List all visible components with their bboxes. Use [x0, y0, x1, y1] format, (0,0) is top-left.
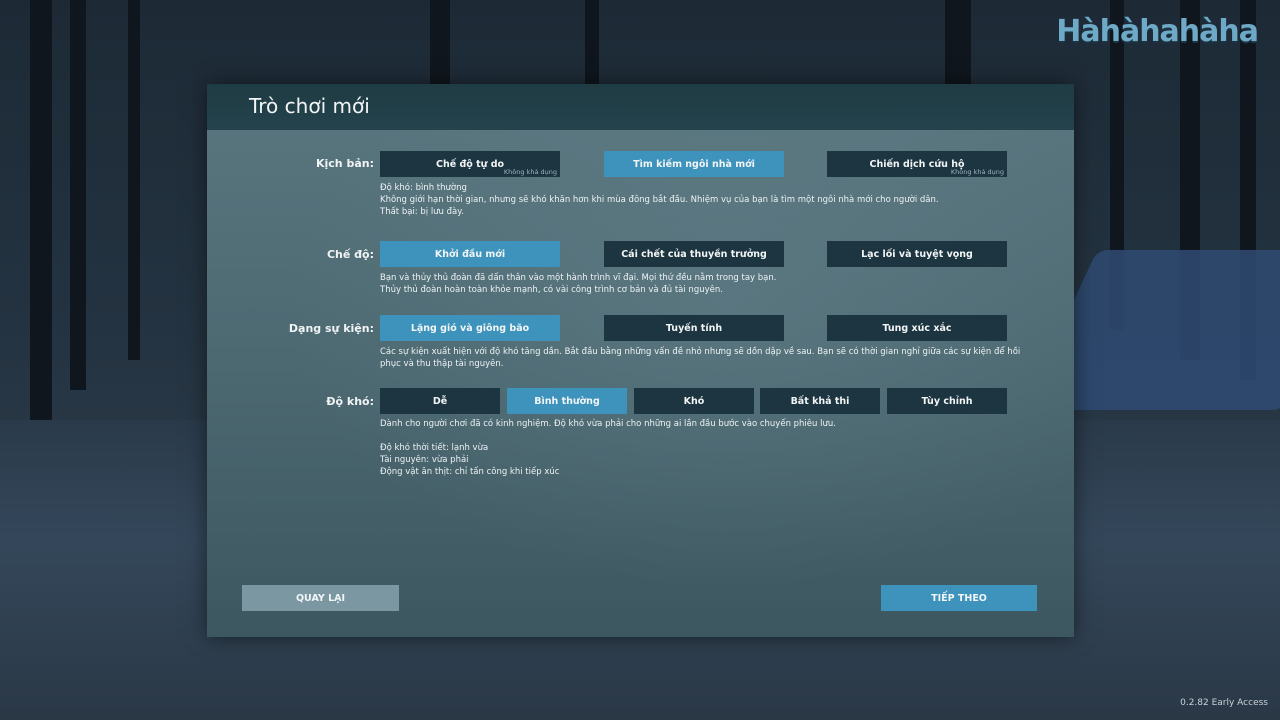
description-line: Độ khó thời tiết: lạnh vừa	[380, 443, 489, 453]
events-description: Các sự kiện xuất hiện với độ khó tăng dầ…	[380, 346, 1021, 370]
mode-description: Bạn và thủy thủ đoàn đã dấn thân vào một…	[380, 272, 1005, 296]
option-label: Chế độ tự do	[435, 158, 505, 170]
difficulty-label: Độ khó:	[326, 395, 374, 408]
description-line: Dành cho người chơi đã có kinh nghiệm. Đ…	[380, 419, 836, 429]
option-label: Tuyến tính	[665, 322, 723, 334]
option-label: Lặng gió và giông bão	[410, 322, 530, 334]
difficulty-description: Dành cho người chơi đã có kinh nghiệm. Đ…	[380, 418, 1005, 478]
mode-option-lost-hopeless[interactable]: Lạc lối và tuyệt vọng	[827, 241, 1007, 267]
page-title: Trò chơi mới	[249, 94, 370, 118]
difficulty-option-hard[interactable]: Khó	[634, 388, 754, 414]
description-line: Độ khó: bình thường	[380, 183, 467, 193]
events-option-linear[interactable]: Tuyến tính	[604, 315, 784, 341]
mode-option-new-start[interactable]: Khởi đầu mới	[380, 241, 560, 267]
difficulty-option-normal[interactable]: Bình thường	[507, 388, 627, 414]
option-label: Lạc lối và tuyệt vọng	[861, 248, 973, 260]
description-line: Không giới hạn thời gian, nhưng sẽ khó k…	[380, 195, 939, 205]
option-label: Khó	[683, 395, 705, 407]
difficulty-option-impossible[interactable]: Bất khả thi	[760, 388, 880, 414]
scenario-option-free-mode[interactable]: Chế độ tự do Không khả dụng	[380, 151, 560, 177]
option-label: Tìm kiếm ngôi nhà mới	[633, 158, 755, 170]
option-label: Bình thường	[534, 395, 600, 407]
mode-option-captain-death[interactable]: Cái chết của thuyền trưởng	[604, 241, 784, 267]
events-option-dice-roll[interactable]: Tung xúc xắc	[827, 315, 1007, 341]
scenario-option-rescue-campaign[interactable]: Chiến dịch cứu hộ Không khả dụng	[827, 151, 1007, 177]
description-line: phục và thu thập tài nguyên.	[380, 359, 504, 369]
unavailable-note: Không khả dụng	[950, 168, 1004, 176]
option-label: Bất khả thi	[790, 395, 850, 407]
events-label: Dạng sự kiện:	[288, 322, 374, 335]
description-line: Bạn và thủy thủ đoàn đã dấn thân vào một…	[380, 273, 777, 283]
scenario-option-find-new-home[interactable]: Tìm kiếm ngôi nhà mới	[604, 151, 784, 177]
description-line: Thủy thủ đoàn hoàn toàn khỏe mạnh, có và…	[380, 285, 723, 295]
scenario-description: Độ khó: bình thường Không giới hạn thời …	[380, 182, 1005, 218]
events-option-calm-storm[interactable]: Lặng gió và giông bão	[380, 315, 560, 341]
version-label: 0.2.82 Early Access	[1180, 698, 1268, 708]
option-label: Khởi đầu mới	[434, 248, 506, 260]
difficulty-option-custom[interactable]: Tùy chỉnh	[887, 388, 1007, 414]
scenario-label: Kịch bản:	[315, 157, 374, 170]
option-label: Cái chết của thuyền trưởng	[621, 248, 767, 260]
description-line: Thất bại: bị lưu đày.	[380, 207, 464, 217]
game-logo: Hàhàhahàha	[1056, 14, 1259, 49]
next-button[interactable]: TIẾP THEO	[881, 585, 1037, 611]
option-label: Dễ	[432, 395, 448, 407]
option-label: Tùy chỉnh	[921, 395, 973, 407]
option-label: Tung xúc xắc	[882, 322, 952, 334]
mode-label: Chế độ:	[326, 248, 374, 261]
description-line: Các sự kiện xuất hiện với độ khó tăng dầ…	[380, 347, 1021, 357]
description-line	[380, 430, 1005, 442]
unavailable-note: Không khả dụng	[503, 168, 557, 176]
description-line: Động vật ăn thịt: chỉ tấn công khi tiếp …	[380, 467, 560, 477]
difficulty-option-easy[interactable]: Dễ	[380, 388, 500, 414]
description-line: Tài nguyên: vừa phải	[380, 455, 469, 465]
panel-header: Trò chơi mới	[207, 84, 1074, 130]
back-button[interactable]: QUAY LẠI	[242, 585, 399, 611]
